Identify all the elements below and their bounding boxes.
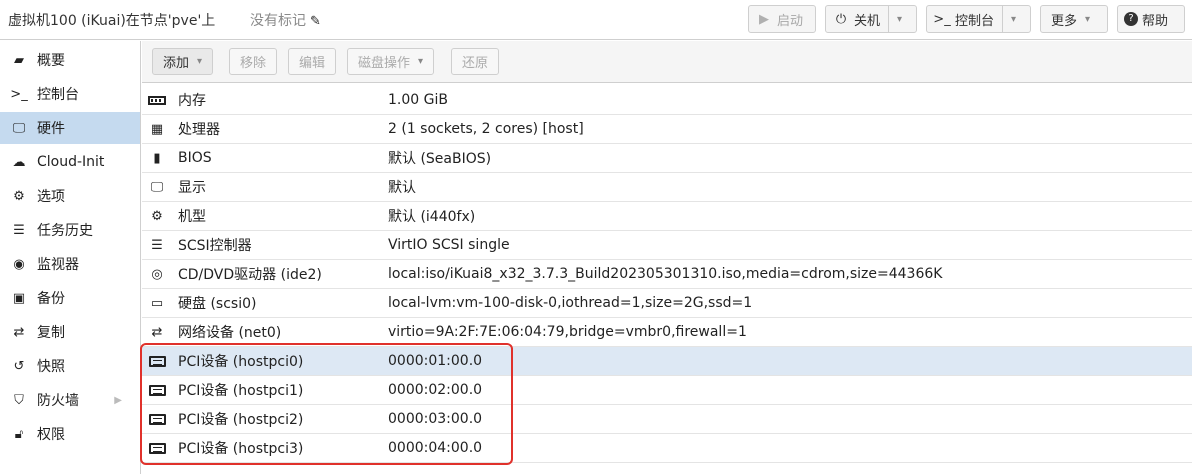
exchange-icon: ⇄ <box>151 324 163 340</box>
book-icon: ▰ <box>14 52 24 68</box>
terminal-icon: >_ <box>10 86 28 102</box>
sidebar-item-hardware[interactable]: 🖵 硬件 <box>0 112 140 144</box>
top-bar: 虚拟机100 (iKuai)在节点'pve'上 没有标记 ✎ ▶ 启动 ⏻ 关机 … <box>0 0 1192 40</box>
console-button[interactable]: >_ 控制台 ▾ <box>926 5 1031 33</box>
gear-icon: ⚙ <box>13 188 25 204</box>
shield-icon: ⛉ <box>14 392 24 408</box>
console-menu-arrow[interactable]: ▾ <box>1002 6 1024 32</box>
pci-card-icon <box>146 441 168 456</box>
pci-card-icon <box>146 412 168 427</box>
power-icon: ⏻ <box>835 11 847 27</box>
more-button[interactable]: 更多 ▾ <box>1040 5 1108 33</box>
revert-button[interactable]: 还原 <box>451 48 500 75</box>
chevron-down-icon: ▾ <box>1085 13 1091 25</box>
pci-card-icon <box>146 354 168 369</box>
sidebar-item-cloud-init[interactable]: ☁ Cloud-Init <box>0 146 140 178</box>
table-row-memory[interactable]: 内存 1.00 GiB <box>142 86 1192 115</box>
tags-editor[interactable]: 没有标记 ✎ <box>250 10 321 30</box>
table-row-pci0[interactable]: PCI设备 (hostpci0) 0000:01:00.0 <box>142 347 1192 376</box>
sidebar-item-console[interactable]: >_ 控制台 <box>0 78 140 110</box>
edit-button[interactable]: 编辑 <box>288 48 337 75</box>
table-row-display[interactable]: 🖵 显示 默认 <box>142 173 1192 202</box>
table-row-hard-disk[interactable]: ▭ 硬盘 (scsi0) local-lvm:vm-100-disk-0,iot… <box>142 289 1192 318</box>
microchip-icon: ▮ <box>153 150 161 166</box>
table-row-network[interactable]: ⇄ 网络设备 (net0) virtio=9A:2F:7E:06:04:79,b… <box>142 318 1192 347</box>
sidebar-item-backup[interactable]: ▣ 备份 <box>0 282 140 314</box>
sidebar-item-permissions[interactable]: 🔓︎ 权限 <box>0 418 140 450</box>
table-row-machine[interactable]: ⚙ 机型 默认 (i440fx) <box>142 202 1192 231</box>
pci-card-icon <box>146 383 168 398</box>
sidebar-item-replication[interactable]: ⇄ 复制 <box>0 316 140 348</box>
memory-icon <box>146 93 168 108</box>
hdd-icon: ▭ <box>150 295 164 311</box>
cogs-icon: ⚙ <box>151 208 163 224</box>
sidebar-item-firewall[interactable]: ⛉ 防火墙 ▶ <box>0 384 140 416</box>
database-icon: ☰ <box>151 237 163 253</box>
table-row-scsi-controller[interactable]: ☰ SCSI控制器 VirtIO SCSI single <box>142 231 1192 260</box>
table-row-pci2[interactable]: PCI设备 (hostpci2) 0000:03:00.0 <box>142 405 1192 434</box>
tags-label: 没有标记 <box>250 13 306 29</box>
chevron-down-icon: ▾ <box>197 56 203 67</box>
chevron-down-icon: ▾ <box>418 56 424 67</box>
sidebar-item-summary[interactable]: ▰ 概要 <box>0 44 140 76</box>
eye-icon: ◉ <box>13 256 25 272</box>
history-icon: ↺ <box>13 358 25 374</box>
sidebar-nav: ▰ 概要 >_ 控制台 🖵 硬件 ☁ Cloud-Init ⚙ 选项 ☰ 任务历… <box>0 41 141 474</box>
cpu-icon: ▦ <box>150 121 164 137</box>
table-row-processor[interactable]: ▦ 处理器 2 (1 sockets, 2 cores) [host] <box>142 115 1192 144</box>
start-button[interactable]: ▶ 启动 <box>748 5 816 33</box>
sidebar-item-monitor[interactable]: ◉ 监视器 <box>0 248 140 280</box>
desktop-icon: 🖵 <box>12 120 26 136</box>
floppy-icon: ▣ <box>12 290 26 306</box>
desktop-icon: 🖵 <box>150 179 164 195</box>
table-row-pci3[interactable]: PCI设备 (hostpci3) 0000:04:00.0 <box>142 434 1192 463</box>
help-button[interactable]: ? 帮助 <box>1117 5 1185 33</box>
sidebar-item-task-history[interactable]: ☰ 任务历史 <box>0 214 140 246</box>
table-row-bios[interactable]: ▮ BIOS 默认 (SeaBIOS) <box>142 144 1192 173</box>
question-icon: ? <box>1124 12 1138 26</box>
shutdown-button[interactable]: ⏻ 关机 ▾ <box>825 5 917 33</box>
table-row-pci1[interactable]: PCI设备 (hostpci1) 0000:02:00.0 <box>142 376 1192 405</box>
play-icon: ▶ <box>759 11 769 27</box>
terminal-icon: >_ <box>933 11 951 27</box>
cdrom-icon: ◎ <box>151 266 163 282</box>
hardware-toolbar: 添加 ▾ 移除 编辑 磁盘操作 ▾ 还原 <box>142 41 1192 83</box>
list-icon: ☰ <box>13 222 25 238</box>
shutdown-menu-arrow[interactable]: ▾ <box>888 6 910 32</box>
vm-title: 虚拟机100 (iKuai)在节点'pve'上 <box>8 13 216 29</box>
pencil-icon[interactable]: ✎ <box>310 14 321 29</box>
cloud-icon: ☁ <box>12 154 26 170</box>
remove-button[interactable]: 移除 <box>229 48 278 75</box>
unlock-icon: 🔓︎ <box>14 426 24 442</box>
disk-action-button[interactable]: 磁盘操作 ▾ <box>347 48 435 75</box>
table-row-cdrom[interactable]: ◎ CD/DVD驱动器 (ide2) local:iso/iKuai8_x32_… <box>142 260 1192 289</box>
add-button[interactable]: 添加 ▾ <box>152 48 214 75</box>
retweet-icon: ⇄ <box>13 324 25 340</box>
chevron-right-icon[interactable]: ▶ <box>114 395 122 406</box>
sidebar-item-snapshots[interactable]: ↺ 快照 <box>0 350 140 382</box>
sidebar-item-options[interactable]: ⚙ 选项 <box>0 180 140 212</box>
